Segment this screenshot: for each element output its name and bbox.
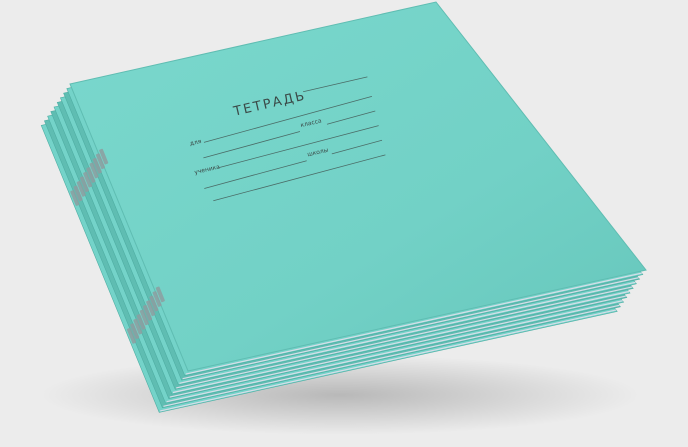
notebook-photo: ТЕТРАДЬ для класса ученика школы <box>0 0 688 447</box>
